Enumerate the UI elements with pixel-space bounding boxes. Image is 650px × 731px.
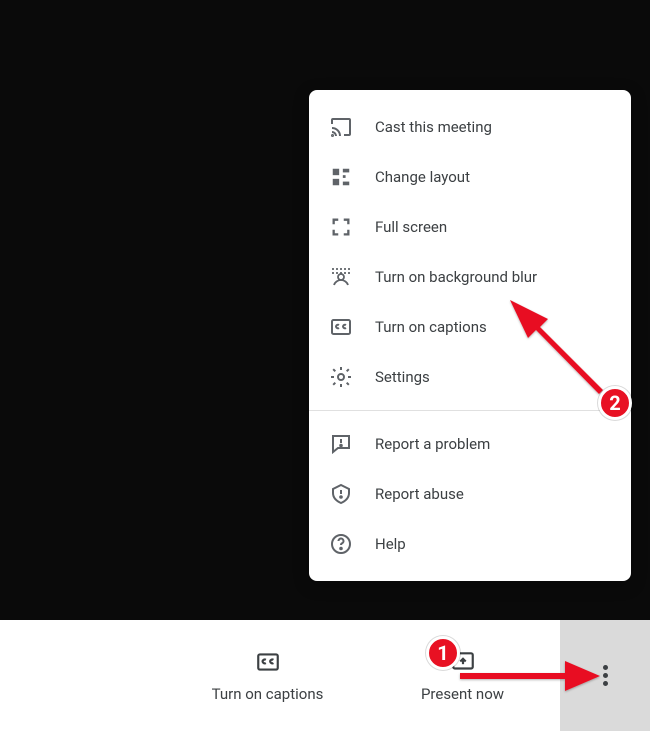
menu-item-layout[interactable]: Change layout	[309, 152, 631, 202]
menu-item-label: Change layout	[375, 168, 470, 186]
menu-item-report-problem[interactable]: Report a problem	[309, 419, 631, 469]
menu-item-background-blur[interactable]: Turn on background blur	[309, 252, 631, 302]
menu-item-label: Cast this meeting	[375, 118, 492, 136]
gear-icon	[329, 365, 353, 389]
menu-item-fullscreen[interactable]: Full screen	[309, 202, 631, 252]
menu-item-report-abuse[interactable]: Report abuse	[309, 469, 631, 519]
menu-divider	[309, 410, 631, 411]
more-options-menu: Cast this meeting Change layout Full scr…	[309, 90, 631, 581]
menu-item-label: Settings	[375, 368, 430, 386]
annotation-step-1-label: 1	[437, 641, 448, 665]
bottom-bar-spacer	[0, 620, 170, 731]
annotation-step-2: 2	[598, 386, 632, 420]
more-vert-icon	[603, 662, 607, 689]
annotation-step-2-label: 2	[609, 391, 620, 415]
menu-item-label: Help	[375, 535, 406, 553]
menu-item-label: Report abuse	[375, 485, 464, 503]
menu-item-settings[interactable]: Settings	[309, 352, 631, 402]
feedback-icon	[329, 432, 353, 456]
annotation-step-1: 1	[426, 636, 460, 670]
present-button-label: Present now	[421, 685, 504, 703]
fullscreen-icon	[329, 215, 353, 239]
present-button[interactable]: Present now	[365, 620, 560, 731]
menu-item-cast[interactable]: Cast this meeting	[309, 102, 631, 152]
menu-item-label: Report a problem	[375, 435, 490, 453]
menu-item-label: Full screen	[375, 218, 447, 236]
menu-item-captions[interactable]: Turn on captions	[309, 302, 631, 352]
cast-icon	[329, 115, 353, 139]
menu-item-help[interactable]: Help	[309, 519, 631, 569]
captions-icon	[329, 315, 353, 339]
menu-item-label: Turn on captions	[375, 318, 487, 336]
captions-button[interactable]: Turn on captions	[170, 620, 365, 731]
bottom-bar: Turn on captions Present now	[0, 620, 650, 731]
report-abuse-icon	[329, 482, 353, 506]
background-blur-icon	[329, 265, 353, 289]
menu-item-label: Turn on background blur	[375, 268, 537, 286]
more-options-button[interactable]	[560, 620, 650, 731]
captions-icon	[255, 649, 281, 675]
help-icon	[329, 532, 353, 556]
captions-button-label: Turn on captions	[212, 685, 324, 703]
layout-icon	[329, 165, 353, 189]
